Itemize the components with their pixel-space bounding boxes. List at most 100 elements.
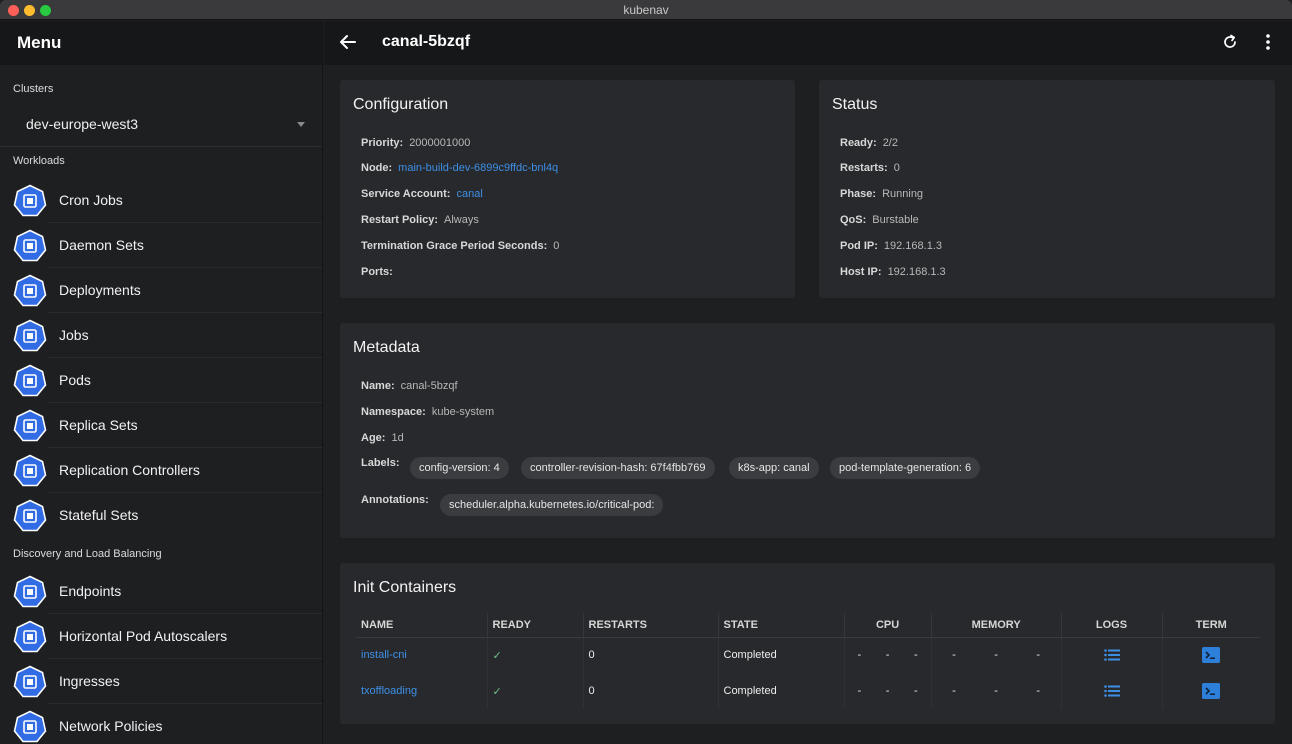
- service-account-link[interactable]: canal: [456, 188, 482, 200]
- term-cell: [1161, 637, 1260, 673]
- label-chip[interactable]: controller-revision-hash: 67f4fbb769: [521, 457, 715, 479]
- back-arrow-icon[interactable]: [338, 32, 358, 52]
- labels-row: Labels:: [361, 457, 406, 469]
- memory-cell: -: [994, 649, 998, 662]
- discovery-list: Endpoints Horizontal Pod Autoscalers Ingre…: [0, 569, 322, 744]
- age-label: Age:: [361, 432, 386, 444]
- replication-controller-icon: [13, 454, 47, 487]
- sidebar-item-replica-sets[interactable]: Replica Sets: [0, 403, 322, 448]
- sidebar-item-label: Deployments: [59, 282, 141, 298]
- more-vert-icon[interactable]: [1258, 32, 1278, 52]
- priority-value: 2000001000: [409, 137, 471, 149]
- host-ip-row: Host IP: 192.168.1.3: [840, 266, 946, 278]
- configuration-title: Configuration: [353, 96, 449, 113]
- cpu-cell: -: [885, 649, 890, 662]
- phase-row: Phase: Running: [840, 188, 923, 200]
- node-label: Node:: [361, 162, 393, 174]
- logs-cell: [1060, 673, 1162, 709]
- hpa-icon: [13, 620, 47, 653]
- cluster-select[interactable]: dev-europe-west3: [0, 101, 322, 147]
- col-state[interactable]: STATE: [717, 613, 844, 638]
- init-containers-card: Init Containers NAME READY RESTARTS STAT…: [340, 563, 1275, 724]
- col-cpu[interactable]: CPU: [843, 613, 932, 638]
- memory-cell: -: [994, 685, 998, 697]
- clusters-label: Clusters: [13, 83, 54, 95]
- sidebar-item-horizontal-pod-autoscalers[interactable]: Horizontal Pod Autoscalers: [0, 614, 322, 659]
- check-icon: ✓: [492, 685, 502, 698]
- sidebar-item-endpoints[interactable]: Endpoints: [0, 569, 322, 614]
- col-name[interactable]: NAME: [356, 613, 487, 638]
- col-term[interactable]: TERM: [1161, 613, 1260, 638]
- page-title: canal-5bzqf: [382, 33, 471, 50]
- restart-policy-label: Restart Policy:: [361, 214, 439, 226]
- memory-cell: -: [1036, 649, 1041, 662]
- cpu-cell: -: [843, 673, 875, 709]
- annotations-row: Annotations:: [361, 494, 435, 506]
- sidebar-item-ingresses[interactable]: Ingresses: [0, 659, 322, 704]
- qos-row: QoS: Burstable: [840, 214, 919, 226]
- sidebar-item-daemon-sets[interactable]: Daemon Sets: [0, 223, 322, 268]
- sidebar: Menu Clusters dev-europe-west3 Workloads…: [0, 21, 323, 744]
- label-chip[interactable]: k8s-app: canal: [729, 457, 819, 479]
- container-name-cell: install-cni: [356, 637, 487, 673]
- maximize-window-button[interactable]: [40, 5, 51, 16]
- workloads-list: Cron Jobs Daemon Sets Deployments Jobs Pods R…: [0, 178, 322, 538]
- node-row: Node: main-build-dev-6899c9ffdc-bnl4q: [361, 162, 558, 174]
- sidebar-item-label: Horizontal Pod Autoscalers: [59, 628, 228, 644]
- node-link[interactable]: main-build-dev-6899c9ffdc-bnl4q: [398, 162, 558, 174]
- age-row: Age: 1d: [361, 432, 404, 444]
- list-icon[interactable]: [1103, 649, 1120, 662]
- qos-label: QoS:: [840, 214, 867, 226]
- label-chip[interactable]: config-version: 4: [410, 457, 509, 479]
- workloads-label: Workloads: [13, 155, 65, 167]
- sidebar-item-replication-controllers[interactable]: Replication Controllers: [0, 448, 322, 493]
- col-ready[interactable]: READY: [486, 613, 583, 638]
- sidebar-item-network-policies[interactable]: Network Policies: [0, 704, 322, 744]
- logs-cell: [1060, 637, 1162, 673]
- sidebar-item-jobs[interactable]: Jobs: [0, 313, 322, 358]
- termination-value: 0: [553, 240, 560, 252]
- restart-policy-value: Always: [444, 214, 479, 226]
- check-icon: ✓: [492, 649, 502, 662]
- restart-policy-row: Restart Policy: Always: [361, 214, 479, 226]
- annotation-chip[interactable]: scheduler.alpha.kubernetes.io/critical-p…: [440, 494, 664, 516]
- sidebar-item-cron-jobs[interactable]: Cron Jobs: [0, 178, 322, 223]
- init-containers-body: install-cni ✓ 0 Completed - - - - - - txoffloading…: [356, 637, 1260, 709]
- refresh-icon[interactable]: [1220, 32, 1240, 52]
- title-bar: kubenav: [0, 0, 1292, 20]
- discovery-label: Discovery and Load Balancing: [13, 548, 162, 560]
- restarts-row: Restarts: 0: [840, 162, 900, 174]
- terminal-icon[interactable]: [1202, 683, 1221, 699]
- init-containers-table: NAME READY RESTARTS STATE CPU MEMORY LOG…: [356, 613, 1260, 709]
- terminal-icon[interactable]: [1202, 647, 1221, 664]
- sidebar-item-stateful-sets[interactable]: Stateful Sets: [0, 493, 322, 538]
- container-name-link[interactable]: install-cni: [361, 649, 407, 661]
- labels-label: Labels:: [361, 457, 400, 469]
- sidebar-item-pods[interactable]: Pods: [0, 358, 322, 403]
- memory-cell: -: [930, 673, 977, 709]
- network-policy-icon: [13, 710, 47, 743]
- col-logs[interactable]: LOGS: [1060, 613, 1162, 638]
- name-value: canal-5bzqf: [400, 380, 458, 392]
- ingress-icon: [13, 665, 47, 698]
- col-memory[interactable]: MEMORY: [930, 613, 1061, 638]
- col-restarts[interactable]: RESTARTS: [582, 613, 718, 638]
- sidebar-item-label: Pods: [59, 372, 91, 388]
- name-row: Name: canal-5bzqf: [361, 380, 458, 392]
- container-name-link[interactable]: txoffloading: [361, 685, 417, 697]
- cpu-cell: -: [913, 649, 918, 662]
- state-cell: Completed: [717, 637, 844, 673]
- cpu-cell: -: [885, 685, 890, 697]
- restarts-cell: 0: [582, 673, 718, 709]
- label-chip[interactable]: pod-template-generation: 6: [830, 457, 981, 479]
- close-window-button[interactable]: [8, 5, 19, 16]
- table-header-row: NAME READY RESTARTS STATE CPU MEMORY LOG…: [356, 613, 1260, 638]
- ready-cell: ✓: [486, 637, 583, 673]
- table-row: install-cni ✓ 0 Completed - - - - - -: [356, 637, 1260, 673]
- list-icon[interactable]: [1103, 685, 1120, 697]
- termination-row: Termination Grace Period Seconds: 0: [361, 240, 559, 252]
- ready-row: Ready: 2/2: [840, 137, 898, 149]
- host-ip-value: 192.168.1.3: [887, 266, 946, 278]
- sidebar-item-deployments[interactable]: Deployments: [0, 268, 322, 313]
- minimize-window-button[interactable]: [24, 5, 35, 16]
